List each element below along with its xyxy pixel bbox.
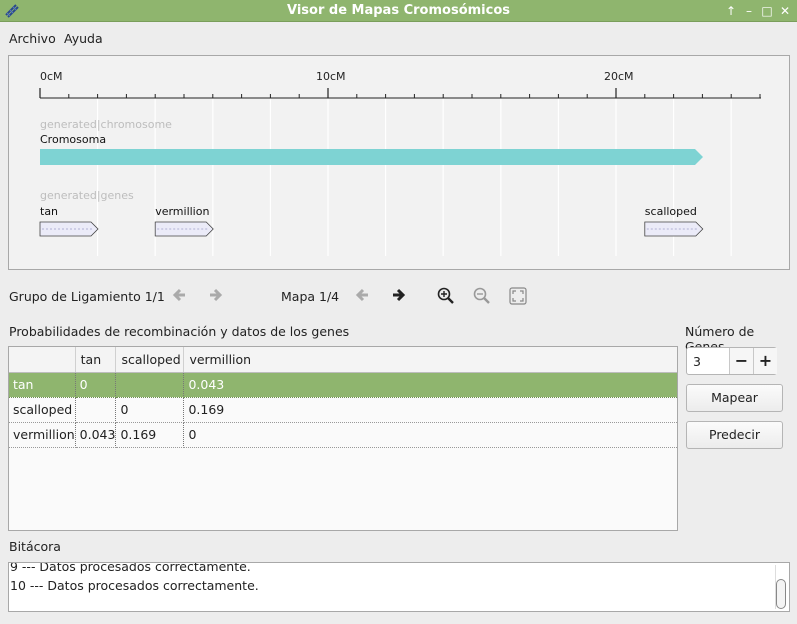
log-panel[interactable]: 9 --- Datos procesados correctamente. 10…	[8, 562, 790, 612]
maximize-icon[interactable]: □	[759, 3, 775, 19]
predict-button[interactable]: Predecir	[686, 421, 783, 449]
ruler-label-0: 0cM	[40, 70, 63, 83]
close-icon[interactable]: ✕	[777, 3, 793, 19]
menu-archivo[interactable]: Archivo	[9, 31, 56, 46]
title-bar: Visor de Mapas Cromosómicos ↑ – □ ✕	[0, 0, 797, 22]
table-row[interactable]: scalloped 0 0.169	[9, 397, 677, 423]
ruler-label-10: 10cM	[316, 70, 346, 83]
chromosome-track-label: generated|chromosome	[40, 118, 172, 131]
table-cell[interactable]: 0.043	[183, 372, 677, 398]
log-scrollbar-thumb[interactable]	[776, 579, 786, 609]
gene-label: scalloped	[645, 205, 697, 218]
table-cell[interactable]	[115, 372, 185, 398]
chromosome-label: Cromosoma	[40, 133, 106, 146]
map-counter-label: Mapa 1/4	[281, 289, 340, 304]
row-header-cell[interactable]: tan	[9, 372, 76, 398]
chromosome-bar[interactable]	[40, 149, 703, 165]
table-cell[interactable]: 0.043	[75, 422, 117, 448]
row-header-cell[interactable]: vermillion	[9, 422, 76, 448]
log-line: 10 --- Datos procesados correctamente.	[10, 578, 259, 593]
increment-button[interactable]: +	[753, 348, 777, 374]
linkage-group-label: Grupo de Ligamiento 1/1	[9, 289, 165, 304]
log-line: 9 --- Datos procesados correctamente.	[10, 562, 251, 574]
map-next-icon[interactable]	[388, 285, 408, 305]
zoom-fit-icon[interactable]	[508, 286, 528, 306]
table-cell[interactable]: 0.169	[183, 397, 677, 423]
gene-marker[interactable]	[154, 221, 214, 237]
table-title: Probabilidades de recombinación y datos …	[9, 324, 350, 339]
zoom-out-icon[interactable]	[472, 286, 492, 306]
minimize-icon[interactable]: –	[741, 3, 757, 19]
gene-label: vermillion	[155, 205, 209, 218]
table-row[interactable]: tan 0 0.043	[9, 372, 677, 398]
column-header-tan[interactable]: tan	[75, 347, 117, 373]
group-next-icon[interactable]	[205, 285, 225, 305]
cm-ruler	[39, 88, 761, 99]
column-header-vermillion[interactable]: vermillion	[183, 347, 677, 373]
column-header-corner	[9, 347, 76, 373]
log-title: Bitácora	[9, 539, 61, 554]
window-title: Visor de Mapas Cromosómicos	[287, 3, 510, 18]
decrement-button[interactable]: −	[729, 348, 753, 374]
table-cell[interactable]	[75, 397, 117, 423]
table-cell[interactable]: 0	[183, 422, 677, 448]
row-header-cell[interactable]: scalloped	[9, 397, 76, 423]
gene-marker[interactable]	[39, 221, 99, 237]
table-row[interactable]: vermillion 0.043 0.169 0	[9, 422, 677, 448]
recombination-table[interactable]: tan scalloped vermillion tan 0 0.043 sca…	[8, 346, 678, 531]
table-cell[interactable]: 0.169	[115, 422, 185, 448]
table-header-row: tan scalloped vermillion	[9, 347, 677, 373]
zoom-in-icon[interactable]	[436, 286, 456, 306]
keep-above-icon[interactable]: ↑	[723, 3, 739, 19]
genes-track: tan vermillion scalloped	[39, 205, 704, 237]
column-header-scalloped[interactable]: scalloped	[115, 347, 185, 373]
genes-count-spinner[interactable]: 3 − +	[686, 347, 777, 375]
ruler-label-20: 20cM	[604, 70, 634, 83]
chromosome-map-panel[interactable]: 0cM 10cM 20cM generated|chromosome Cromo…	[8, 55, 790, 270]
group-prev-icon[interactable]	[170, 285, 190, 305]
map-prev-icon[interactable]	[353, 285, 373, 305]
genes-count-value[interactable]: 3	[693, 354, 701, 369]
genes-track-label: generated|genes	[40, 189, 134, 202]
table-cell[interactable]: 0	[115, 397, 185, 423]
table-cell[interactable]: 0	[75, 372, 117, 398]
map-button[interactable]: Mapear	[686, 384, 783, 412]
gene-marker[interactable]	[644, 221, 704, 237]
gene-label: tan	[40, 205, 58, 218]
menu-ayuda[interactable]: Ayuda	[64, 31, 103, 46]
chromosome-map-canvas: 0cM 10cM 20cM generated|chromosome Cromo…	[39, 70, 761, 256]
